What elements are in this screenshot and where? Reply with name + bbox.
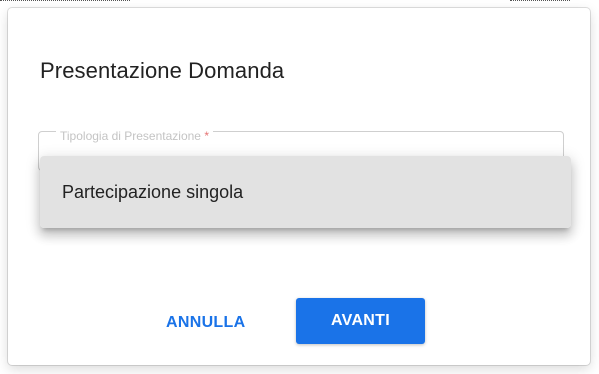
- select-label: Tipologia di Presentazione *: [56, 129, 213, 143]
- next-button[interactable]: AVANTI: [296, 298, 425, 344]
- background-border-fragment: [510, 0, 570, 2]
- dropdown-option-partecipazione-singola[interactable]: Partecipazione singola: [40, 156, 571, 228]
- background-border-fragment: [0, 0, 130, 2]
- cancel-button[interactable]: ANNULLA: [160, 306, 251, 340]
- dropdown-menu: Partecipazione singola: [40, 156, 571, 228]
- select-label-text: Tipologia di Presentazione: [60, 129, 201, 143]
- required-marker: *: [204, 129, 209, 143]
- dialog-title: Presentazione Domanda: [40, 58, 285, 83]
